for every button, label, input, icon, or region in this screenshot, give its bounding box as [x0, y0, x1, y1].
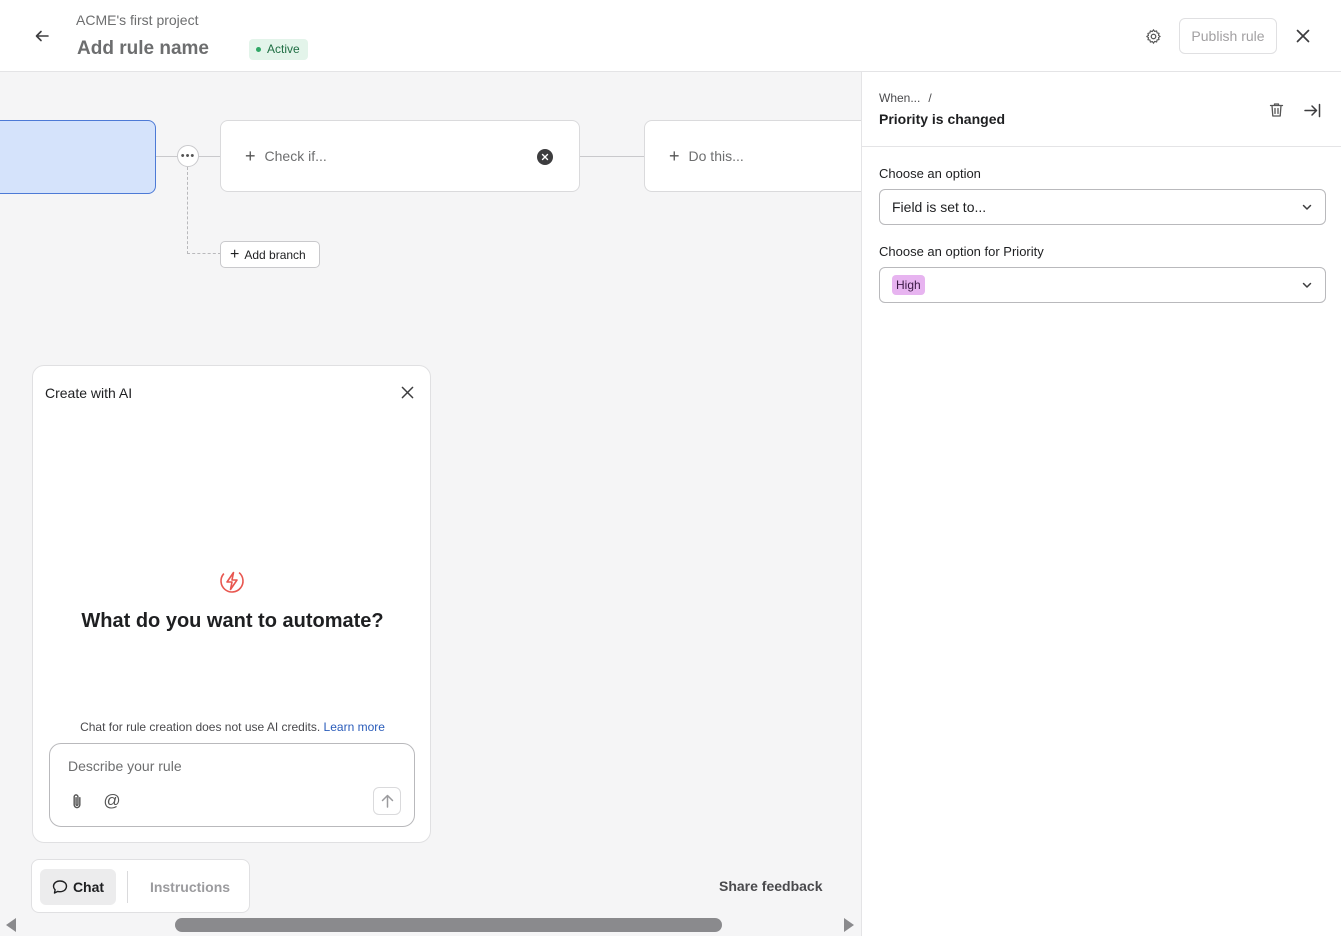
trigger-config-panel: When... / Priority is changed Choose an o…	[861, 72, 1341, 936]
describe-rule-input[interactable]	[68, 758, 388, 774]
tab-chat[interactable]: Chat	[40, 869, 116, 905]
scroll-thumb[interactable]	[175, 918, 722, 932]
check-if-node[interactable]: + Check if...	[220, 120, 580, 192]
connector-line	[156, 156, 177, 157]
plus-icon: +	[230, 245, 240, 263]
ai-note-text: Chat for rule creation does not use AI c…	[80, 720, 321, 734]
tab-divider	[127, 871, 128, 903]
ai-input-box: @	[49, 743, 415, 827]
priority-tag-high: High	[892, 275, 925, 295]
horizontal-scrollbar[interactable]	[0, 914, 861, 936]
option-select-value: Field is set to...	[892, 199, 987, 215]
close-icon[interactable]	[397, 382, 417, 402]
create-with-ai-panel: Create with AI What do you want to autom…	[32, 365, 431, 843]
priority-label: Choose an option for Priority	[879, 244, 1044, 259]
clear-icon[interactable]	[537, 149, 553, 165]
ai-credits-note: Chat for rule creation does not use AI c…	[33, 720, 432, 734]
breadcrumb: When... /	[879, 91, 932, 105]
do-this-label: Do this...	[688, 148, 744, 164]
rule-canvas[interactable]: ••• + Check if... + Do this... + Add bra…	[0, 72, 861, 936]
plus-icon: +	[245, 146, 256, 166]
publish-rule-button[interactable]: Publish rule	[1179, 18, 1277, 54]
more-options-icon[interactable]: •••	[177, 145, 199, 167]
connector-line	[199, 156, 220, 157]
share-feedback-link[interactable]: Share feedback	[719, 878, 823, 894]
breadcrumb-separator: /	[928, 91, 932, 105]
option-label: Choose an option	[879, 166, 981, 181]
branch-connector	[187, 167, 188, 254]
ai-heading: What do you want to automate?	[81, 610, 384, 632]
ai-panel-tabs: Chat Instructions	[31, 859, 250, 913]
collapse-panel-icon[interactable]	[1301, 99, 1323, 121]
send-button[interactable]	[373, 787, 401, 815]
scroll-left-arrow-icon[interactable]	[6, 918, 16, 932]
status-badge: Active	[249, 39, 308, 60]
scroll-right-arrow-icon[interactable]	[844, 918, 854, 932]
connector-line	[580, 156, 644, 157]
chat-bubble-icon	[52, 879, 68, 895]
rule-name[interactable]: Add rule name	[77, 38, 209, 60]
chevron-down-icon	[1301, 201, 1313, 213]
panel-divider	[862, 146, 1341, 147]
trash-icon[interactable]	[1265, 99, 1287, 121]
check-if-label: Check if...	[264, 148, 327, 164]
lightning-bolt-icon	[219, 568, 245, 594]
ai-panel-title: Create with AI	[45, 385, 133, 401]
mention-icon[interactable]: @	[102, 791, 122, 811]
add-branch-button[interactable]: + Add branch	[220, 241, 320, 268]
header: ACME's first project Add rule name Activ…	[0, 0, 1341, 72]
option-select[interactable]: Field is set to...	[879, 189, 1326, 225]
chevron-down-icon	[1301, 279, 1313, 291]
trigger-node[interactable]	[0, 120, 156, 194]
plus-icon: +	[669, 146, 680, 166]
gear-icon[interactable]	[1140, 23, 1166, 49]
paperclip-icon[interactable]	[68, 792, 86, 810]
priority-select[interactable]: High	[879, 267, 1326, 303]
back-arrow-icon[interactable]	[28, 22, 56, 50]
close-icon[interactable]	[1290, 23, 1316, 49]
learn-more-link[interactable]: Learn more	[324, 720, 385, 734]
branch-connector	[187, 253, 221, 254]
breadcrumb-parent[interactable]: When...	[879, 91, 920, 105]
do-this-node[interactable]: + Do this...	[644, 120, 861, 192]
project-name[interactable]: ACME's first project	[76, 12, 198, 28]
tab-chat-label: Chat	[72, 879, 105, 895]
panel-title: Priority is changed	[879, 111, 1006, 127]
tab-instructions[interactable]: Instructions	[140, 869, 240, 905]
add-branch-label: Add branch	[244, 247, 306, 262]
